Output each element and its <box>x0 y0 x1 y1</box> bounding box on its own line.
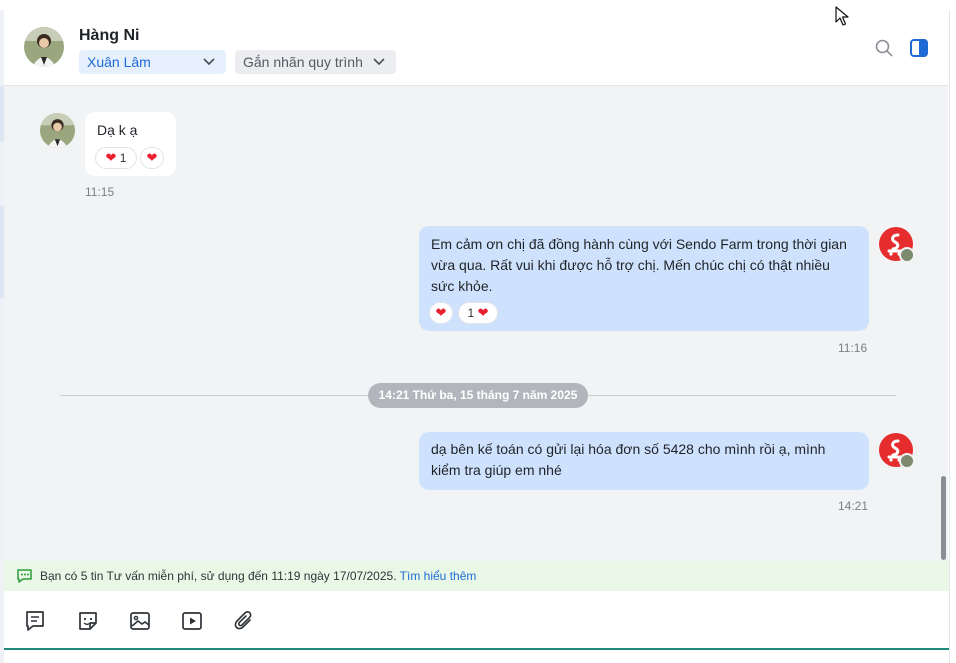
chevron-down-icon <box>373 58 385 66</box>
process-tag-label: Gắn nhãn quy trình <box>243 54 363 70</box>
assignee-label: Xuân Lâm <box>87 54 151 70</box>
message-bubble-incoming[interactable]: Dạ k ạ ❤ 1 ❤ <box>85 112 176 176</box>
message-text: Em cảm ơn chị đã đồng hành cùng với Send… <box>431 236 847 294</box>
sticker-icon[interactable] <box>77 610 99 632</box>
chevron-down-icon <box>203 58 215 66</box>
composer-toolbar <box>4 592 950 648</box>
chat-bubble-icon <box>17 569 32 583</box>
scrollbar-thumb[interactable] <box>941 476 946 560</box>
reaction-heart[interactable]: ❤ <box>429 302 453 324</box>
heart-icon: ❤ <box>146 150 158 165</box>
attachment-icon[interactable] <box>233 610 255 632</box>
video-icon[interactable] <box>181 610 203 632</box>
search-icon[interactable] <box>875 39 893 57</box>
contact-avatar[interactable] <box>24 27 64 67</box>
heart-icon: ❤ <box>435 305 447 320</box>
message-bubble-outgoing[interactable]: dạ bên kế toán có gửi lại hóa đơn số 542… <box>419 432 869 490</box>
contact-name: Hàng Ni <box>79 27 140 44</box>
heart-icon: ❤ <box>105 150 117 165</box>
sendo-avatar <box>879 227 915 263</box>
message-input-border[interactable] <box>4 648 950 650</box>
reaction-count: 1 <box>119 151 127 165</box>
message-text: Dạ k ạ <box>97 122 138 138</box>
message-text: dạ bên kế toán có gửi lại hóa đơn số 542… <box>431 441 826 478</box>
image-icon[interactable] <box>129 610 151 632</box>
quick-reply-icon[interactable] <box>24 610 46 632</box>
reaction-heart[interactable]: ❤ <box>140 147 164 169</box>
reaction-heart-count[interactable]: ❤ 1 <box>95 147 137 169</box>
date-divider-label: 14:21 Thứ ba, 15 tháng 7 năm 2025 <box>368 383 588 408</box>
contact-avatar-small <box>40 113 75 148</box>
reaction-heart-count[interactable]: 1 ❤ <box>458 302 498 324</box>
agent-mini-avatar <box>899 453 915 469</box>
sendo-avatar <box>879 433 915 469</box>
panel-toggle-icon[interactable] <box>910 39 928 57</box>
chat-header: Hàng Ni Xuân Lâm Gắn nhãn quy trình <box>4 10 950 86</box>
assignee-dropdown[interactable]: Xuân Lâm <box>79 50 226 74</box>
process-tag-dropdown[interactable]: Gắn nhãn quy trình <box>235 50 396 74</box>
free-consult-notice: Bạn có 5 tin Tư vấn miễn phí, sử dụng đế… <box>4 561 950 591</box>
reaction-count: 1 <box>467 306 475 320</box>
window-right-edge <box>949 10 956 663</box>
agent-mini-avatar <box>899 247 915 263</box>
mouse-cursor-icon <box>835 6 849 26</box>
message-time: 14:21 <box>838 499 869 513</box>
notice-text: Bạn có 5 tin Tư vấn miễn phí, sử dụng đế… <box>40 569 397 583</box>
message-list[interactable]: Dạ k ạ ❤ 1 ❤ 11:15 Em cảm ơn chị đã đồng… <box>4 86 948 561</box>
message-bubble-outgoing[interactable]: Em cảm ơn chị đã đồng hành cùng với Send… <box>419 226 869 331</box>
learn-more-link[interactable]: Tìm hiểu thêm <box>400 569 477 583</box>
heart-icon: ❤ <box>477 305 489 320</box>
message-time: 11:15 <box>85 185 115 199</box>
message-time: 11:16 <box>838 341 868 355</box>
